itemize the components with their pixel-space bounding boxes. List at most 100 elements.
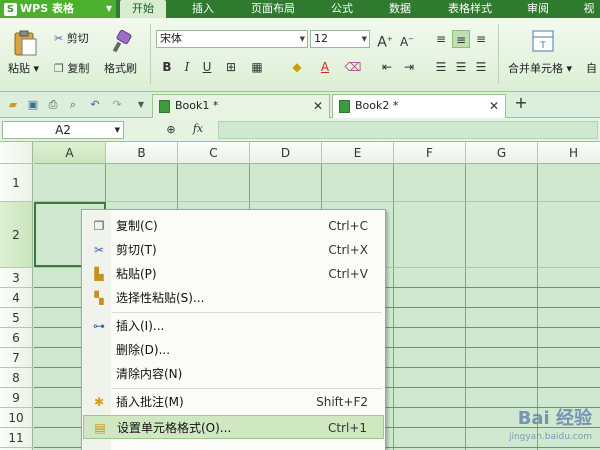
tab-insert[interactable]: 插入 — [184, 0, 222, 18]
zoom-search-icon[interactable]: ⊕ — [164, 123, 178, 137]
row-header-10[interactable]: 10 — [0, 408, 33, 428]
save-icon[interactable]: ▣ — [26, 98, 40, 112]
menu-item-paste-special[interactable]: ▚ 选择性粘贴(S)... — [83, 286, 384, 310]
underline-button[interactable]: U — [198, 58, 216, 76]
name-box[interactable]: A2 ▼ — [2, 121, 124, 139]
tab-home[interactable]: 开始 — [120, 0, 166, 18]
auto-wrap-button[interactable]: 自 — [586, 60, 597, 76]
tab-data[interactable]: 数据 — [380, 0, 420, 18]
row-header-3[interactable]: 3 — [0, 268, 33, 288]
font-size-select[interactable]: 12 ▼ — [310, 30, 370, 48]
print-preview-icon[interactable]: ⌕ — [66, 98, 80, 112]
format-painter-icon[interactable] — [110, 29, 136, 56]
doc-tab-book2[interactable]: Book2 * ✕ — [332, 94, 506, 118]
tab-review[interactable]: 审阅 — [518, 0, 558, 18]
paste-icon[interactable] — [10, 30, 42, 56]
decrease-font-icon[interactable]: A− — [398, 30, 416, 49]
wps-app-menu-button[interactable]: S WPS 表格 ▼ — [0, 0, 116, 18]
close-icon[interactable]: ✕ — [489, 95, 499, 117]
menu-item-cut[interactable]: ✂ 剪切(T) Ctrl+X — [83, 238, 384, 262]
menu-item-label: 删除(D)... — [116, 343, 171, 357]
italic-button[interactable]: I — [178, 58, 196, 76]
row-header-2[interactable]: 2 — [0, 202, 33, 268]
paste-special-icon: ▚ — [94, 291, 104, 305]
menu-item-clear-contents[interactable]: 清除内容(N) — [83, 362, 384, 386]
align-bottom-icon[interactable]: ≡ — [472, 30, 490, 48]
new-tab-plus-icon[interactable]: + — [514, 95, 528, 111]
column-header-d[interactable]: D — [250, 142, 322, 164]
column-header-c[interactable]: C — [178, 142, 250, 164]
row-header-7[interactable]: 7 — [0, 348, 33, 368]
column-header-b[interactable]: B — [106, 142, 178, 164]
column-header-g[interactable]: G — [466, 142, 538, 164]
formula-input[interactable] — [218, 121, 598, 139]
row-header-5[interactable]: 5 — [0, 308, 33, 328]
tab-page-layout[interactable]: 页面布局 — [244, 0, 302, 18]
fill-color-icon[interactable]: ◆ — [288, 58, 306, 76]
align-middle-icon[interactable]: ≡ — [452, 30, 470, 48]
context-menu: ❐ 复制(C) Ctrl+C ✂ 剪切(T) Ctrl+X ▙ 粘贴(P) Ct… — [81, 209, 386, 450]
tab-view[interactable]: 视 — [578, 0, 600, 18]
formula-bar: A2 ▼ ⊕ fx — [0, 118, 600, 142]
column-header-a[interactable]: A — [34, 142, 106, 164]
align-center-icon[interactable]: ☰ — [452, 58, 470, 76]
menu-item-paste[interactable]: ▙ 粘贴(P) Ctrl+V — [83, 262, 384, 286]
fx-icon[interactable]: fx — [190, 122, 206, 136]
row-header-9[interactable]: 9 — [0, 388, 33, 408]
copy-button[interactable]: ❐ 复制 — [54, 60, 89, 76]
doc-tab-book1[interactable]: Book1 * ✕ — [152, 94, 330, 118]
tab-formulas[interactable]: 公式 — [322, 0, 362, 18]
column-header-f[interactable]: F — [394, 142, 466, 164]
row-header-11[interactable]: 11 — [0, 428, 33, 448]
clear-format-icon[interactable]: ⌫ — [344, 58, 362, 76]
menu-item-format-cells[interactable]: ▤ 设置单元格格式(O)... Ctrl+1 — [83, 415, 384, 439]
document-tabs-bar: ▰ ▣ ⎙ ⌕ ↶ ↷ ▼ Book1 * ✕ Book2 * ✕ + — [0, 92, 600, 118]
column-header-h[interactable]: H — [538, 142, 600, 164]
cut-button[interactable]: ✂ 剪切 — [54, 30, 89, 46]
menu-item-label: 复制(C) — [116, 219, 158, 233]
font-name-select[interactable]: 宋体 ▼ — [156, 30, 308, 48]
borders-icon[interactable]: ⊞ — [222, 58, 240, 76]
open-folder-icon[interactable]: ▰ — [6, 98, 20, 112]
spreadsheet-file-icon — [159, 100, 170, 113]
row-header-6[interactable]: 6 — [0, 328, 33, 348]
font-color-icon[interactable]: A — [316, 58, 334, 76]
menu-item-label: 剪切(T) — [116, 243, 157, 257]
menu-item-label: 选择性粘贴(S)... — [116, 291, 205, 305]
row-header-4[interactable]: 4 — [0, 288, 33, 308]
row-header-8[interactable]: 8 — [0, 368, 33, 388]
customize-toolbar-icon[interactable]: ▼ — [134, 98, 148, 112]
copy-icon: ❐ — [54, 62, 64, 75]
redo-icon[interactable]: ↷ — [110, 98, 124, 112]
increase-indent-icon[interactable]: ⇥ — [400, 58, 418, 76]
ribbon-divider — [498, 24, 499, 84]
decrease-indent-icon[interactable]: ⇤ — [378, 58, 396, 76]
menu-item-copy[interactable]: ❐ 复制(C) Ctrl+C — [83, 214, 384, 238]
select-all-corner[interactable] — [0, 142, 33, 164]
increase-font-icon[interactable]: A+ — [376, 30, 394, 51]
cut-label: 剪切 — [66, 32, 89, 45]
align-left-icon[interactable]: ☰ — [432, 58, 450, 76]
cell-style-icon[interactable]: ▦ — [248, 58, 266, 76]
row-header-1[interactable]: 1 — [0, 164, 33, 202]
column-header-e[interactable]: E — [322, 142, 394, 164]
bold-button[interactable]: B — [158, 58, 176, 76]
font-name-value: 宋体 — [160, 32, 182, 45]
format-painter-button[interactable]: 格式刷 — [104, 60, 137, 76]
close-icon[interactable]: ✕ — [313, 95, 323, 117]
menu-item-delete[interactable]: 删除(D)... — [83, 338, 384, 362]
paste-button[interactable]: 粘贴 ▾ — [8, 60, 39, 76]
merge-cells-icon[interactable]: T — [532, 30, 556, 54]
undo-icon[interactable]: ↶ — [88, 98, 102, 112]
print-icon[interactable]: ⎙ — [46, 98, 60, 112]
font-size-value: 12 — [314, 32, 328, 45]
doc-tab-label: Book1 * — [175, 99, 219, 112]
merge-cells-button[interactable]: 合并单元格 ▾ — [508, 60, 572, 76]
menu-item-insert-comment[interactable]: ✱ 插入批注(M) Shift+F2 — [83, 390, 384, 414]
merge-cells-label: 合并单元格 — [508, 62, 563, 75]
tab-table-style[interactable]: 表格样式 — [440, 0, 500, 18]
ribbon-toolbar: 粘贴 ▾ ✂ 剪切 ❐ 复制 格式刷 宋体 ▼ 12 ▼ A+ A− B I U ⊞… — [0, 18, 600, 92]
align-top-icon[interactable]: ≡ — [432, 30, 450, 48]
menu-item-insert[interactable]: ⊶ 插入(I)... — [83, 314, 384, 338]
align-right-icon[interactable]: ☰ — [472, 58, 490, 76]
